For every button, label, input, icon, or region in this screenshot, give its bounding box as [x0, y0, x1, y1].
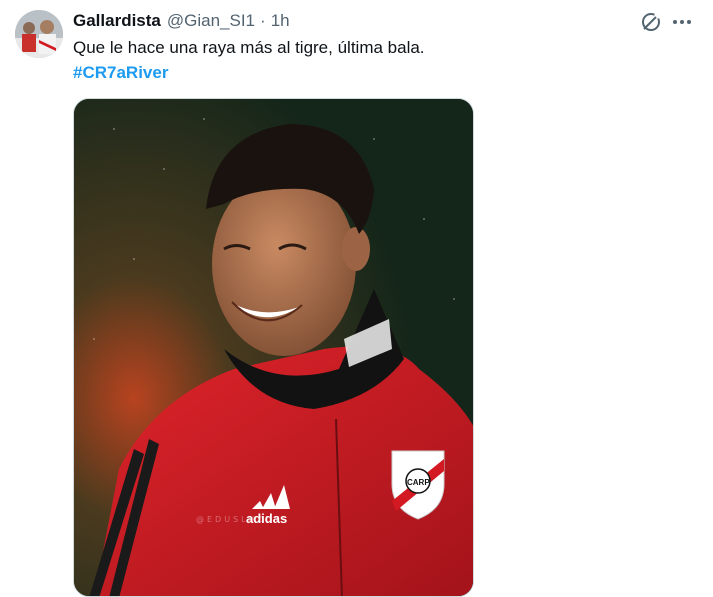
grok-icon[interactable] — [639, 10, 663, 34]
display-name[interactable]: Gallardista — [73, 11, 161, 31]
tweet-text: Que le hace una raya más al tigre, últim… — [73, 38, 425, 57]
user-handle[interactable]: @Gian_SI1 — [167, 11, 255, 31]
tweet-header: Gallardista @Gian_SI1 · 1h — [73, 10, 290, 32]
tweet[interactable]: Gallardista @Gian_SI1 · 1h Que le hace u… — [0, 0, 713, 597]
more-icon[interactable] — [670, 10, 694, 34]
avatar[interactable] — [15, 10, 63, 58]
crest-letters: CARP — [407, 478, 430, 487]
hashtag-link[interactable]: #CR7aRiver — [73, 62, 168, 84]
separator-dot: · — [260, 11, 266, 30]
image-watermark: @EDUSLUZUY — [196, 515, 283, 524]
timestamp[interactable]: 1h — [271, 11, 290, 31]
